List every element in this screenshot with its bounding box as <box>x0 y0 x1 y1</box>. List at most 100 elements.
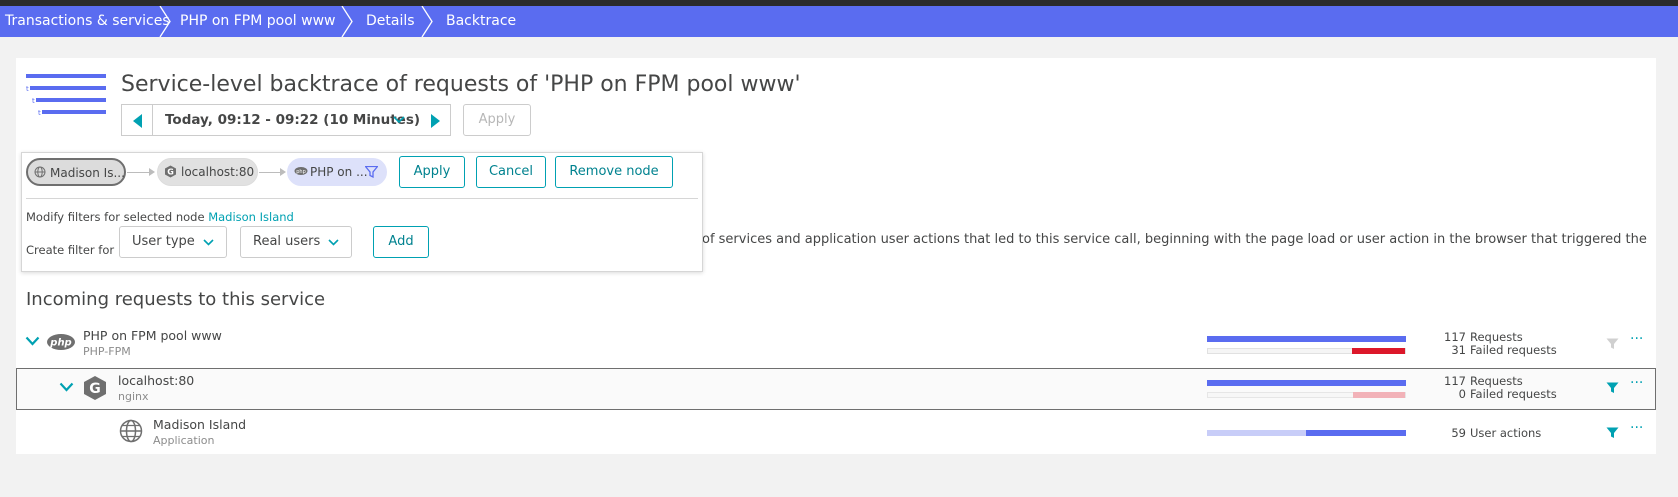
failed-requests-bar-empty <box>1353 392 1405 398</box>
svg-text:G: G <box>167 168 174 177</box>
user-actions-fill <box>1306 430 1406 436</box>
breadcrumb-separator-icon <box>158 6 172 37</box>
requests-bar <box>1207 380 1406 386</box>
svg-text:t: t <box>26 85 29 93</box>
failed-requests-track <box>1207 348 1406 354</box>
more-options-icon[interactable]: ··· <box>1630 332 1643 346</box>
remove-node-button[interactable]: Remove node <box>555 156 673 188</box>
failed-requests-metric: 0 Failed requests <box>1440 387 1557 401</box>
table-row[interactable]: Madison Island Application 59 User action… <box>16 413 1656 453</box>
failed-requests-bar <box>1352 348 1405 354</box>
path-connector <box>127 172 151 173</box>
more-options-icon[interactable]: ··· <box>1630 421 1643 435</box>
requests-metric: 117 Requests <box>1440 374 1523 388</box>
path-connector <box>259 172 281 173</box>
popup-cancel-button[interactable]: Cancel <box>476 156 546 188</box>
path-node-label: localhost:80 <box>181 165 255 179</box>
filter-value-value: Real users <box>253 234 321 249</box>
breadcrumb-item-service[interactable]: PHP on FPM pool www <box>180 6 335 37</box>
requests-metric: 117 Requests <box>1440 330 1523 344</box>
php-icon: php <box>294 167 308 175</box>
page-title: Service-level backtrace of requests of '… <box>121 72 801 97</box>
timeframe-label: Today, 09:12 - 09:22 (10 Minutes) <box>165 112 421 128</box>
nginx-icon: G <box>84 376 106 400</box>
filter-type-value: User type <box>132 234 195 249</box>
row-name[interactable]: PHP on FPM pool www <box>83 328 222 343</box>
chevron-down-icon[interactable] <box>59 382 74 392</box>
path-node-php-service[interactable]: php PHP on ... <box>287 158 387 186</box>
timeframe-next-button[interactable] <box>419 104 451 136</box>
globe-icon <box>34 166 46 178</box>
row-name[interactable]: localhost:80 <box>118 373 194 388</box>
filter-value-dropdown[interactable]: Real users <box>240 226 352 258</box>
requests-label: Requests <box>1470 374 1523 388</box>
requests-bar <box>1207 336 1406 342</box>
timeframe-dropdown[interactable]: Today, 09:12 - 09:22 (10 Minutes) <box>152 104 420 136</box>
create-filter-label: Create filter for <box>26 243 115 257</box>
row-technology: PHP-FPM <box>83 345 131 358</box>
triangle-right-icon <box>431 114 440 128</box>
section-heading: Incoming requests to this service <box>26 289 326 310</box>
breadcrumb-separator-icon <box>420 6 434 37</box>
user-actions-count: 59 <box>1451 426 1466 440</box>
requests-count: 117 <box>1444 330 1466 344</box>
user-actions-label: User actions <box>1470 426 1542 440</box>
failed-count: 0 <box>1458 387 1466 401</box>
more-options-icon[interactable]: ··· <box>1630 376 1643 390</box>
chevron-down-icon <box>328 239 339 246</box>
path-node-madison-island[interactable]: Madison Is... <box>26 158 126 186</box>
breadcrumb: Transactions & services PHP on FPM pool … <box>0 6 1678 37</box>
globe-icon <box>119 419 143 443</box>
node-filter-popup: Madison Is... G localhost:80 php PHP on … <box>21 152 703 272</box>
failed-requests-track <box>1207 392 1406 398</box>
svg-text:t: t <box>32 97 35 105</box>
backtrace-description: of services and application user actions… <box>702 232 1647 247</box>
table-row[interactable]: php PHP on FPM pool www PHP-FPM 117 Reque… <box>16 324 1656 364</box>
php-icon: php <box>47 334 75 350</box>
svg-text:t: t <box>38 109 41 117</box>
nginx-icon: G <box>165 165 176 178</box>
backtrace-icon: t t t <box>24 74 108 120</box>
chevron-down-icon <box>393 116 405 124</box>
path-node-label: PHP on ... <box>310 165 368 179</box>
filter-icon[interactable] <box>1606 338 1619 350</box>
row-technology: Application <box>153 434 215 447</box>
triangle-left-icon <box>133 114 142 128</box>
add-filter-button[interactable]: Add <box>373 226 429 258</box>
failed-label: Failed requests <box>1470 387 1557 401</box>
breadcrumb-separator-icon <box>340 6 354 37</box>
svg-text:php: php <box>49 338 71 349</box>
arrow-right-icon <box>280 168 286 176</box>
breadcrumb-item-transactions[interactable]: Transactions & services <box>5 6 170 37</box>
arrow-right-icon <box>149 168 155 176</box>
modify-filters-text: Modify filters for selected node Madison… <box>26 210 294 224</box>
chevron-down-icon[interactable] <box>25 336 40 346</box>
failed-requests-metric: 31 Failed requests <box>1440 343 1557 357</box>
breadcrumb-item-details[interactable]: Details <box>366 6 415 37</box>
path-node-label: Madison Is... <box>50 166 125 180</box>
failed-count: 31 <box>1451 343 1466 357</box>
table-row-selected[interactable]: G localhost:80 nginx 117 Requests 0 Failed… <box>16 368 1656 410</box>
filter-icon <box>365 166 378 178</box>
breadcrumb-item-backtrace[interactable]: Backtrace <box>446 6 516 37</box>
chevron-down-icon <box>203 239 214 246</box>
path-node-localhost[interactable]: G localhost:80 <box>157 158 258 186</box>
modify-filters-prefix: Modify filters for selected node <box>26 210 205 224</box>
svg-text:G: G <box>89 381 101 397</box>
failed-label: Failed requests <box>1470 343 1557 357</box>
user-actions-metric: 59 User actions <box>1440 426 1541 440</box>
filter-icon[interactable] <box>1606 382 1619 394</box>
filter-icon[interactable] <box>1606 427 1619 439</box>
timeframe-previous-button[interactable] <box>121 104 153 136</box>
popup-divider <box>26 198 698 199</box>
svg-text:php: php <box>296 169 306 175</box>
selected-node-link[interactable]: Madison Island <box>208 210 294 224</box>
row-name[interactable]: Madison Island <box>153 417 246 432</box>
user-actions-bar <box>1207 430 1406 436</box>
filter-type-dropdown[interactable]: User type <box>119 226 227 258</box>
timeframe-apply-button[interactable]: Apply <box>463 104 531 136</box>
requests-count: 117 <box>1444 374 1466 388</box>
row-technology: nginx <box>118 390 149 403</box>
popup-apply-button[interactable]: Apply <box>399 156 465 188</box>
requests-label: Requests <box>1470 330 1523 344</box>
